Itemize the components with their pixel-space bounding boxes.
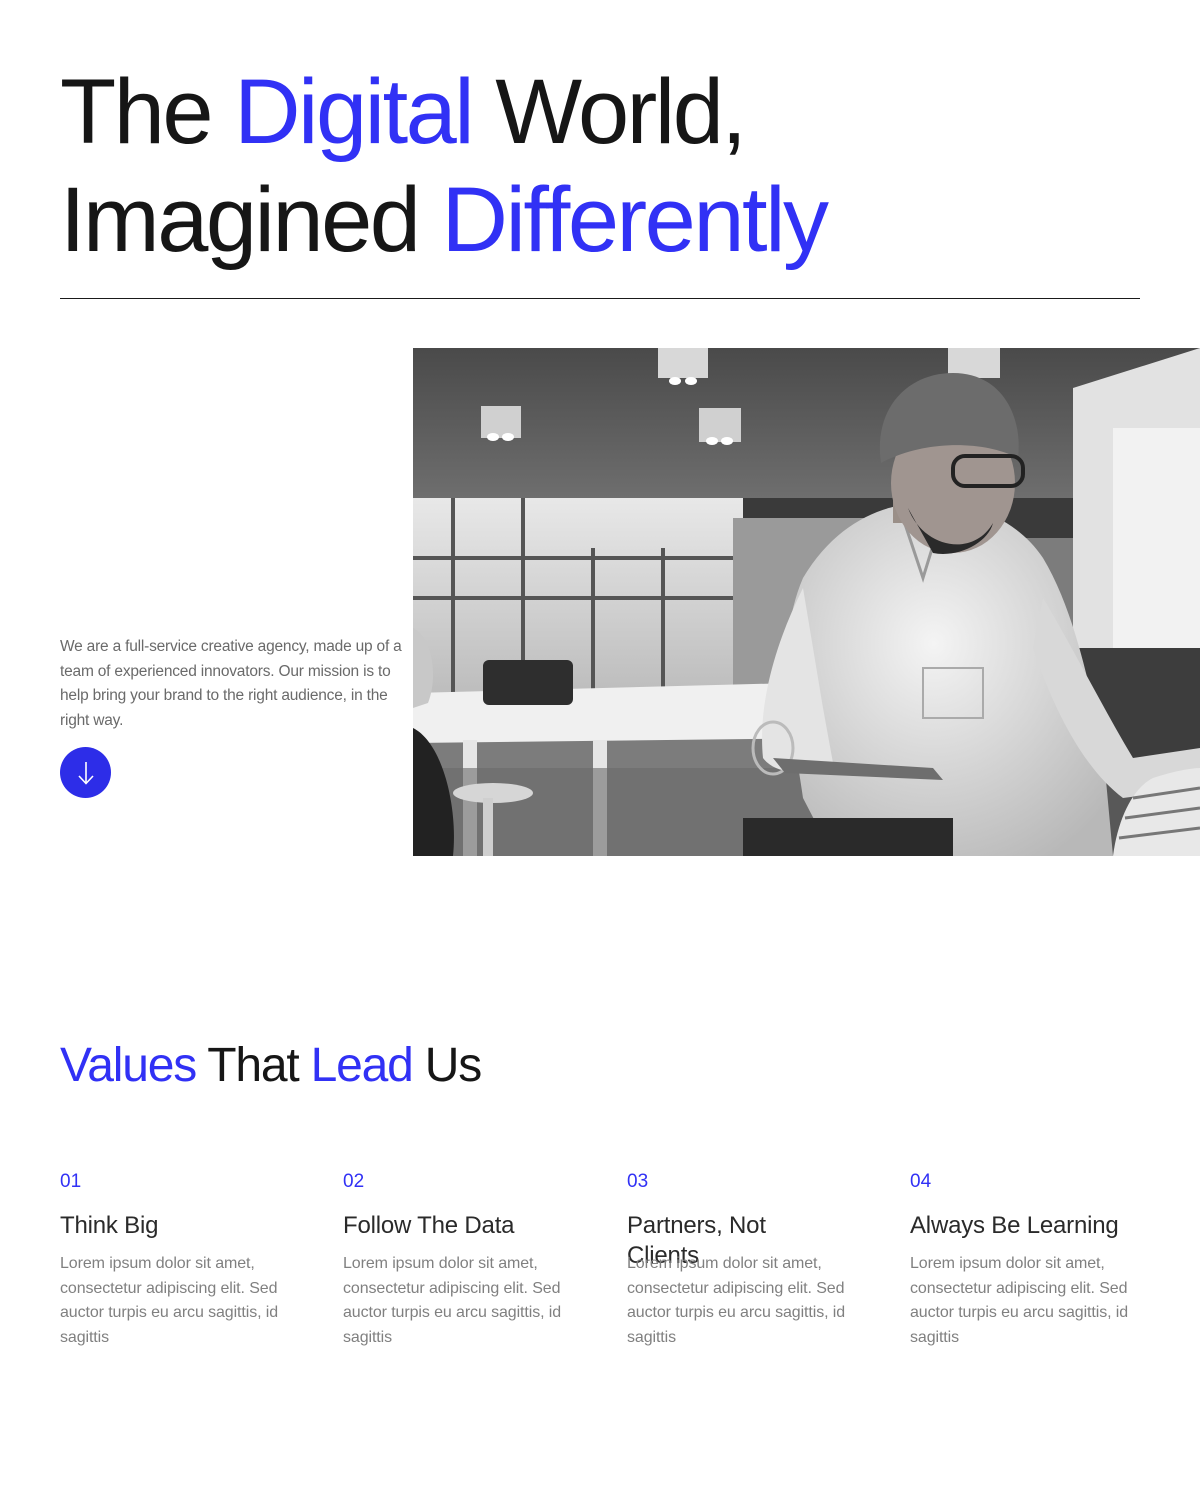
hero-title-part: Imagined	[60, 169, 442, 271]
value-heading: Think Big	[60, 1212, 159, 1239]
values-title-part: Us	[412, 1039, 482, 1092]
value-heading: Always Be Learning	[910, 1212, 1119, 1239]
value-card: 03 Partners, Not Clients Lorem ipsum dol…	[627, 1168, 845, 1346]
divider	[60, 298, 1140, 299]
hero-title-accent: Digital	[234, 61, 475, 163]
team-photo	[413, 348, 1200, 856]
hero-title-accent: Differently	[441, 169, 829, 271]
value-number: 04	[910, 1171, 932, 1192]
value-card: 04 Always Be Learning Lorem ipsum dolor …	[910, 1168, 1150, 1346]
value-card: 02 Follow The Data Lorem ipsum dolor sit…	[343, 1168, 583, 1346]
values-title: Values That Lead Us	[60, 1036, 482, 1096]
value-number: 02	[343, 1171, 365, 1192]
value-number: 01	[60, 1171, 82, 1192]
value-body: Lorem ipsum dolor sit amet, consectetur …	[343, 1255, 562, 1346]
values-title-accent: Lead	[310, 1039, 414, 1092]
value-heading: Follow The Data	[343, 1212, 515, 1239]
values-title-part: That	[196, 1039, 311, 1092]
arrow-down-icon	[77, 761, 94, 785]
value-body: Lorem ipsum dolor sit amet, consectetur …	[627, 1255, 846, 1346]
value-card: 01 Think Big Lorem ipsum dolor sit amet,…	[60, 1168, 300, 1346]
hero-title-part: The	[60, 61, 235, 163]
values-title-accent: Values	[60, 1039, 197, 1092]
value-body: Lorem ipsum dolor sit amet, consectetur …	[60, 1255, 279, 1346]
scroll-down-button[interactable]	[60, 747, 111, 798]
hero-title: The Digital World, Imagined Differently	[60, 58, 1160, 274]
hero-title-part: World,	[472, 61, 747, 163]
intro-text: We are a full-service creative agency, m…	[60, 638, 402, 729]
value-body: Lorem ipsum dolor sit amet, consectetur …	[910, 1255, 1129, 1346]
value-number: 03	[627, 1171, 649, 1192]
